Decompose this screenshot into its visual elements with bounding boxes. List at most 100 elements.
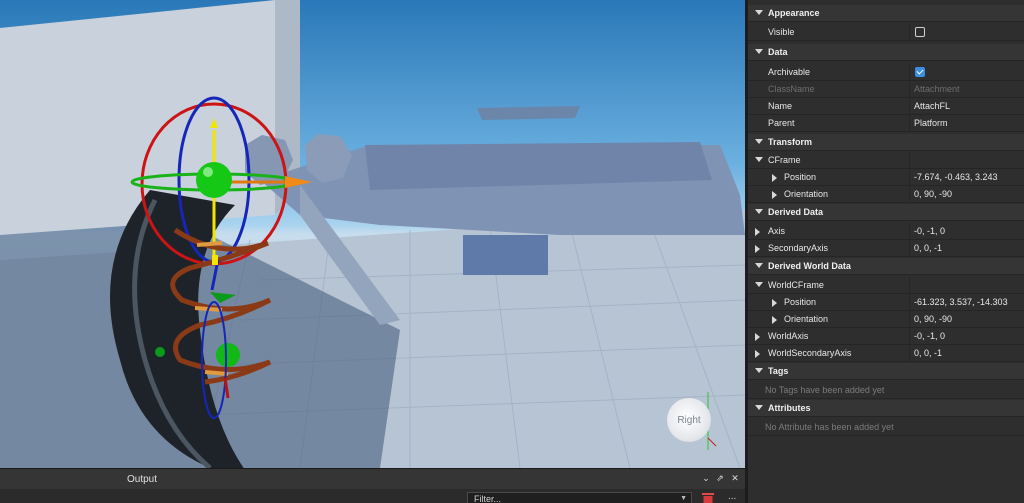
property-name: WorldAxis xyxy=(768,331,809,341)
expand-arrow-icon[interactable] xyxy=(755,350,760,358)
dropdown-caret-icon: ▼ xyxy=(680,495,687,502)
category-label: Derived Data xyxy=(768,207,824,217)
collapse-arrow-icon xyxy=(755,10,763,15)
collapse-arrow-icon xyxy=(755,139,763,144)
trash-icon[interactable] xyxy=(701,492,715,503)
collapse-arrow-icon xyxy=(755,49,763,54)
more-options-button[interactable]: ... xyxy=(728,491,736,502)
property-parent: Parent Platform xyxy=(748,115,1024,132)
world-axis-value: -0, -1, 0 xyxy=(914,331,946,341)
category-appearance[interactable]: Appearance xyxy=(748,5,1024,22)
world-orientation-value[interactable]: 0, 90, -90 xyxy=(914,314,952,324)
property-world-cframe[interactable]: WorldCFrame xyxy=(748,277,1024,294)
expand-arrow-icon[interactable] xyxy=(772,316,777,324)
expand-arrow-icon[interactable] xyxy=(755,333,760,341)
output-title: Output xyxy=(127,474,158,485)
scene-render xyxy=(0,0,745,468)
attributes-empty-row: No Attribute has been added yet xyxy=(748,419,1024,436)
column-separator xyxy=(909,223,910,240)
secondary-axis-value: 0, 0, -1 xyxy=(914,243,943,253)
category-derived-data[interactable]: Derived Data xyxy=(748,204,1024,221)
property-visible: Visible xyxy=(748,24,1024,41)
orientation-value-field[interactable]: 0, 90, -90 xyxy=(914,189,952,199)
column-separator xyxy=(909,98,910,115)
collapse-arrow-icon xyxy=(755,405,763,410)
collapse-arrow-icon xyxy=(755,263,763,268)
output-header: Output ⌄ ⇗ ✕ xyxy=(0,469,745,489)
viewcube-widget[interactable]: Right xyxy=(667,398,711,442)
world-secondary-axis-value: 0, 0, -1 xyxy=(914,348,943,358)
property-name: Axis xyxy=(768,226,786,236)
property-name: CFrame xyxy=(768,155,801,165)
property-world-orientation: Orientation 0, 90, -90 xyxy=(748,311,1024,328)
expand-arrow-icon[interactable] xyxy=(772,191,777,199)
property-world-axis: WorldAxis -0, -1, 0 xyxy=(748,328,1024,345)
column-separator xyxy=(909,240,910,257)
axis-value: -0, -1, 0 xyxy=(914,226,946,236)
property-secondary-axis: SecondaryAxis 0, 0, -1 xyxy=(748,240,1024,257)
column-separator xyxy=(909,81,910,98)
property-name: Visible xyxy=(768,27,795,37)
property-axis: Axis -0, -1, 0 xyxy=(748,223,1024,240)
category-label: Tags xyxy=(768,366,789,376)
tags-empty-message: No Tags have been added yet xyxy=(765,385,885,395)
category-transform[interactable]: Transform xyxy=(748,134,1024,151)
property-name: Position xyxy=(784,172,817,182)
property-archivable: Archivable xyxy=(748,64,1024,81)
category-tags[interactable]: Tags xyxy=(748,363,1024,380)
column-separator xyxy=(909,186,910,203)
property-name: SecondaryAxis xyxy=(768,243,829,253)
category-attributes[interactable]: Attributes xyxy=(748,400,1024,417)
archivable-checkbox[interactable] xyxy=(915,67,925,77)
expand-arrow-icon[interactable] xyxy=(755,157,763,162)
chevron-down-icon[interactable]: ⌄ xyxy=(700,473,712,484)
properties-panel: Appearance Visible Data Archivable Class… xyxy=(748,0,1024,503)
category-derived-world-data[interactable]: Derived World Data xyxy=(748,258,1024,275)
output-filter-input[interactable]: Filter... ▼ xyxy=(467,492,692,503)
property-name: Parent xyxy=(768,118,795,128)
column-separator xyxy=(909,277,910,294)
property-world-secondary-axis: WorldSecondaryAxis 0, 0, -1 xyxy=(748,345,1024,362)
expand-arrow-icon[interactable] xyxy=(772,174,777,182)
close-icon[interactable]: ✕ xyxy=(729,473,741,484)
category-label: Transform xyxy=(768,137,813,147)
position-value-field[interactable]: -7.674, -0.463, 3.243 xyxy=(914,172,998,182)
column-separator xyxy=(909,294,910,311)
world-position-value[interactable]: -61.323, 3.537, -14.303 xyxy=(914,297,1008,307)
3d-viewport[interactable]: Right xyxy=(0,0,745,468)
property-orientation: Orientation 0, 90, -90 xyxy=(748,186,1024,203)
column-separator xyxy=(909,24,910,41)
property-name: WorldSecondaryAxis xyxy=(768,348,852,358)
collapse-arrow-icon xyxy=(755,209,763,214)
property-name: Name xyxy=(768,101,793,111)
expand-arrow-icon[interactable] xyxy=(755,228,760,236)
column-separator xyxy=(909,328,910,345)
category-label: Data xyxy=(768,47,788,57)
property-name: Orientation xyxy=(784,189,829,199)
property-position: Position -7.674, -0.463, 3.243 xyxy=(748,169,1024,186)
attributes-empty-message: No Attribute has been added yet xyxy=(765,422,894,432)
property-name: Orientation xyxy=(784,314,829,324)
category-data[interactable]: Data xyxy=(748,44,1024,61)
column-separator xyxy=(909,169,910,186)
expand-arrow-icon[interactable] xyxy=(772,299,777,307)
column-separator xyxy=(909,115,910,132)
category-label: Appearance xyxy=(768,8,820,18)
visible-checkbox[interactable] xyxy=(915,27,925,37)
property-classname: ClassName Attachment xyxy=(748,81,1024,98)
name-value-field[interactable]: AttachFL xyxy=(914,101,950,111)
property-name-row: Name AttachFL xyxy=(748,98,1024,115)
undock-icon[interactable]: ⇗ xyxy=(714,473,726,484)
expand-arrow-icon[interactable] xyxy=(755,245,760,253)
parent-value-field[interactable]: Platform xyxy=(914,118,948,128)
property-cframe[interactable]: CFrame xyxy=(748,152,1024,169)
property-name: WorldCFrame xyxy=(768,280,824,290)
column-separator xyxy=(909,64,910,81)
column-separator xyxy=(909,311,910,328)
column-separator xyxy=(909,345,910,362)
tags-empty-row: No Tags have been added yet xyxy=(748,382,1024,399)
expand-arrow-icon[interactable] xyxy=(755,282,763,287)
viewcube-label: Right xyxy=(677,414,701,426)
property-name: ClassName xyxy=(768,84,815,94)
property-name: Position xyxy=(784,297,817,307)
